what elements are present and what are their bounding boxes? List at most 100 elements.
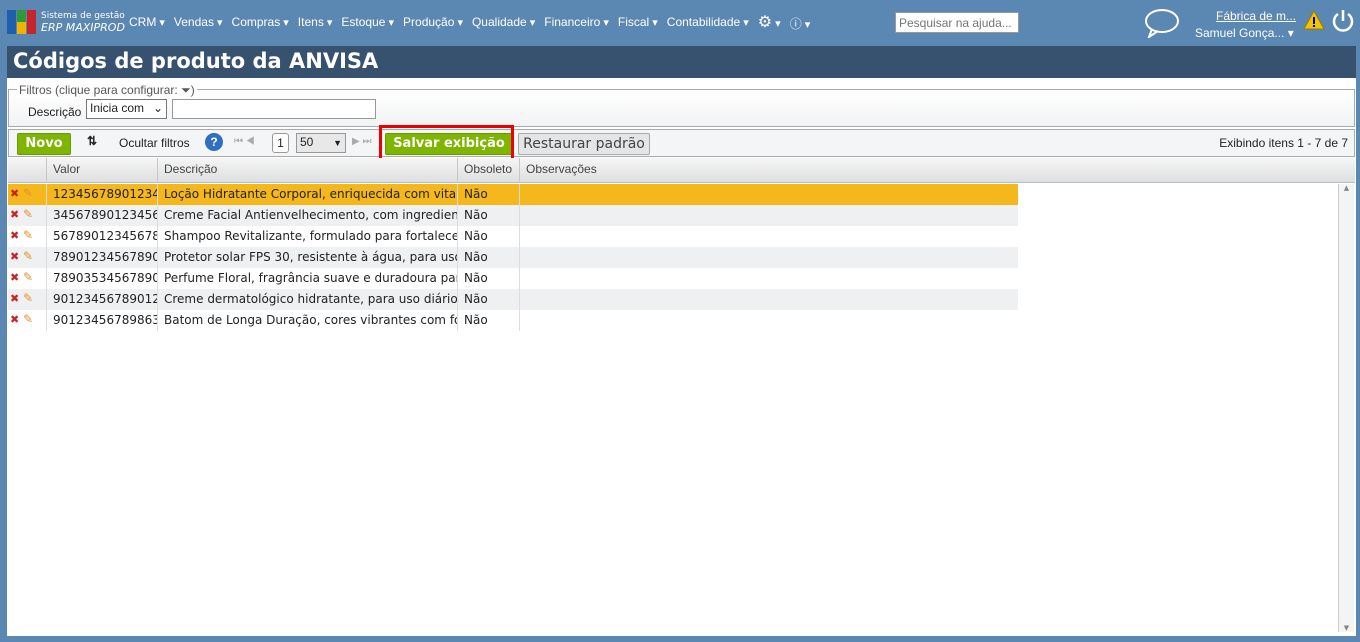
brand: Sistema de gestão ERP MAXIPROD [41, 10, 125, 34]
delete-icon[interactable]: ✖ [10, 229, 19, 242]
restore-default-button[interactable]: Restaurar padrão [518, 133, 650, 155]
column-header-observacoes[interactable]: Observações [519, 158, 1338, 183]
cell-valor: 90123456789012 [46, 289, 157, 310]
power-icon[interactable] [1331, 8, 1355, 34]
cell-obsoleto: Não [457, 268, 519, 289]
menu-financeiro[interactable]: Financeiro [544, 15, 609, 32]
cell-valor: 34567890123456 [46, 205, 157, 226]
filters-panel: Filtros (clique para configurar: ⏷) Desc… [8, 83, 1355, 127]
cell-observacoes [519, 247, 1018, 268]
menu-vendas[interactable]: Vendas [174, 15, 223, 32]
cell-obsoleto: Não [457, 247, 519, 268]
cell-descricao: Loção Hidratante Corporal, enriquecida c… [157, 184, 457, 205]
vertical-scrollbar[interactable]: ▲ ▼ [1338, 184, 1354, 632]
table-row[interactable]: ✖ ✎ 34567890123456 Creme Facial Antienve… [8, 205, 1018, 226]
table-row[interactable]: ✖ ✎ 78901234567890 Protetor solar FPS 30… [8, 247, 1018, 268]
cell-descricao: Creme Facial Antienvelhecimento, com ing… [157, 205, 457, 226]
help-icon[interactable]: ⓘ [790, 15, 811, 32]
hide-filters-button[interactable]: Ocultar filtros [119, 136, 190, 150]
column-header-descricao[interactable]: Descrição [157, 158, 457, 183]
chevron-down-icon: ▼ [333, 138, 342, 148]
cell-observacoes [519, 310, 1018, 331]
description-filter-label: Descrição [28, 105, 82, 119]
grid-toolbar: Novo ⇅ Ocultar filtros ? ⏮ ◀ 1 50 ▼ ▶ ⏭ S… [8, 129, 1355, 157]
edit-pencil-icon[interactable]: ✎ [23, 186, 33, 200]
edit-pencil-icon[interactable]: ✎ [23, 228, 33, 242]
page-size-value: 50 [300, 135, 314, 149]
delete-icon[interactable]: ✖ [10, 187, 19, 200]
user-menu[interactable]: Samuel Gonça... ▾ [1195, 26, 1294, 40]
cell-descricao: Shampoo Revitalizante, formulado para fo… [157, 226, 457, 247]
menu-estoque[interactable]: Estoque [341, 15, 394, 32]
cell-obsoleto: Não [457, 184, 519, 205]
filters-legend-text: Filtros (clique para configurar: [19, 83, 178, 97]
chat-icon[interactable] [1144, 8, 1180, 38]
edit-pencil-icon[interactable]: ✎ [23, 312, 33, 326]
page-size-select[interactable]: 50 ▼ [296, 133, 346, 153]
delete-icon[interactable]: ✖ [10, 250, 19, 263]
cell-valor: 90123456789863 [46, 310, 157, 331]
page-title: Códigos de produto da ANVISA [7, 46, 1356, 78]
cell-descricao: Creme dermatológico hidratante, para uso… [157, 289, 457, 310]
operator-select[interactable]: Inicia com ⌄ [86, 99, 167, 119]
scroll-up-icon[interactable]: ▲ [1339, 184, 1354, 192]
help-icon[interactable]: ? [205, 133, 223, 151]
menu-qualidade[interactable]: Qualidade [472, 15, 535, 32]
table-row[interactable]: ✖ ✎ 56789012345678 Shampoo Revitalizante… [8, 226, 1018, 247]
menu-compras[interactable]: Compras [232, 15, 289, 32]
items-count: Exibindo itens 1 - 7 de 7 [1219, 136, 1348, 150]
menu-crm[interactable]: CRM [129, 15, 165, 32]
table-row[interactable]: ✖ ✎ 90123456789012 Creme dermatológico h… [8, 289, 1018, 310]
menu-fiscal[interactable]: Fiscal [618, 15, 658, 32]
page-number-input[interactable]: 1 [272, 133, 289, 153]
chevron-down-icon: ⌄ [152, 101, 163, 115]
logo-icon[interactable] [7, 10, 37, 34]
warning-icon[interactable] [1303, 10, 1325, 30]
cell-descricao: Batom de Longa Duração, cores vibrantes … [157, 310, 457, 331]
cell-observacoes [519, 205, 1018, 226]
refresh-icon[interactable]: ⇅ [87, 134, 97, 148]
delete-icon[interactable]: ✖ [10, 292, 19, 305]
cell-valor: 78901234567890 [46, 247, 157, 268]
cell-observacoes [519, 289, 1018, 310]
cell-observacoes [519, 184, 1018, 205]
menu-producao[interactable]: Produção [403, 15, 463, 32]
scroll-down-icon[interactable]: ▼ [1339, 624, 1354, 632]
edit-pencil-icon[interactable]: ✎ [23, 291, 33, 305]
last-page-icon[interactable]: ▶ ⏭ [352, 136, 371, 147]
description-filter-input[interactable] [172, 99, 376, 119]
table-row[interactable]: ✖ ✎ 78903534567890 Perfume Floral, fragr… [8, 268, 1018, 289]
company-link[interactable]: Fábrica de m... [1216, 9, 1296, 23]
gear-icon[interactable]: ⚙ [758, 12, 781, 32]
cell-observacoes [519, 268, 1018, 289]
menu-contabilidade[interactable]: Contabilidade [667, 15, 749, 32]
grid-header: Valor Descrição Obsoleto Observações [8, 158, 1355, 183]
delete-icon[interactable]: ✖ [10, 208, 19, 221]
cell-obsoleto: Não [457, 226, 519, 247]
edit-pencil-icon[interactable]: ✎ [23, 207, 33, 221]
table-row[interactable]: ✖ ✎ 12345678901234 Loção Hidratante Corp… [8, 184, 1018, 205]
highlight-box [379, 125, 514, 161]
delete-icon[interactable]: ✖ [10, 313, 19, 326]
content-panel: Códigos de produto da ANVISA Filtros (cl… [7, 46, 1356, 636]
top-nav: Sistema de gestãoERP MAXIPROD CRM Vendas… [0, 0, 1360, 45]
cell-descricao: Perfume Floral, fragrância suave e durad… [157, 268, 457, 289]
filter-icon[interactable]: ⏷ [181, 83, 191, 97]
cell-descricao: Protetor solar FPS 30, resistente à água… [157, 247, 457, 268]
edit-pencil-icon[interactable]: ✎ [23, 270, 33, 284]
filters-legend-end: ) [190, 83, 195, 97]
filters-legend[interactable]: Filtros (clique para configurar: ⏷) [17, 83, 197, 98]
first-page-icon[interactable]: ⏮ ◀ [234, 136, 255, 147]
cell-obsoleto: Não [457, 289, 519, 310]
column-header-valor[interactable]: Valor [46, 158, 157, 183]
table-row[interactable]: ✖ ✎ 90123456789863 Batom de Longa Duraçã… [8, 310, 1018, 331]
cell-valor: 56789012345678 [46, 226, 157, 247]
delete-icon[interactable]: ✖ [10, 271, 19, 284]
edit-pencil-icon[interactable]: ✎ [23, 249, 33, 263]
cell-obsoleto: Não [457, 310, 519, 331]
column-header-obsoleto[interactable]: Obsoleto [457, 158, 519, 183]
menu-itens[interactable]: Itens [298, 15, 333, 32]
help-search-input[interactable] [895, 12, 1019, 33]
brand-name: ERP MAXIPROD [41, 21, 125, 34]
new-button[interactable]: Novo [17, 133, 71, 155]
